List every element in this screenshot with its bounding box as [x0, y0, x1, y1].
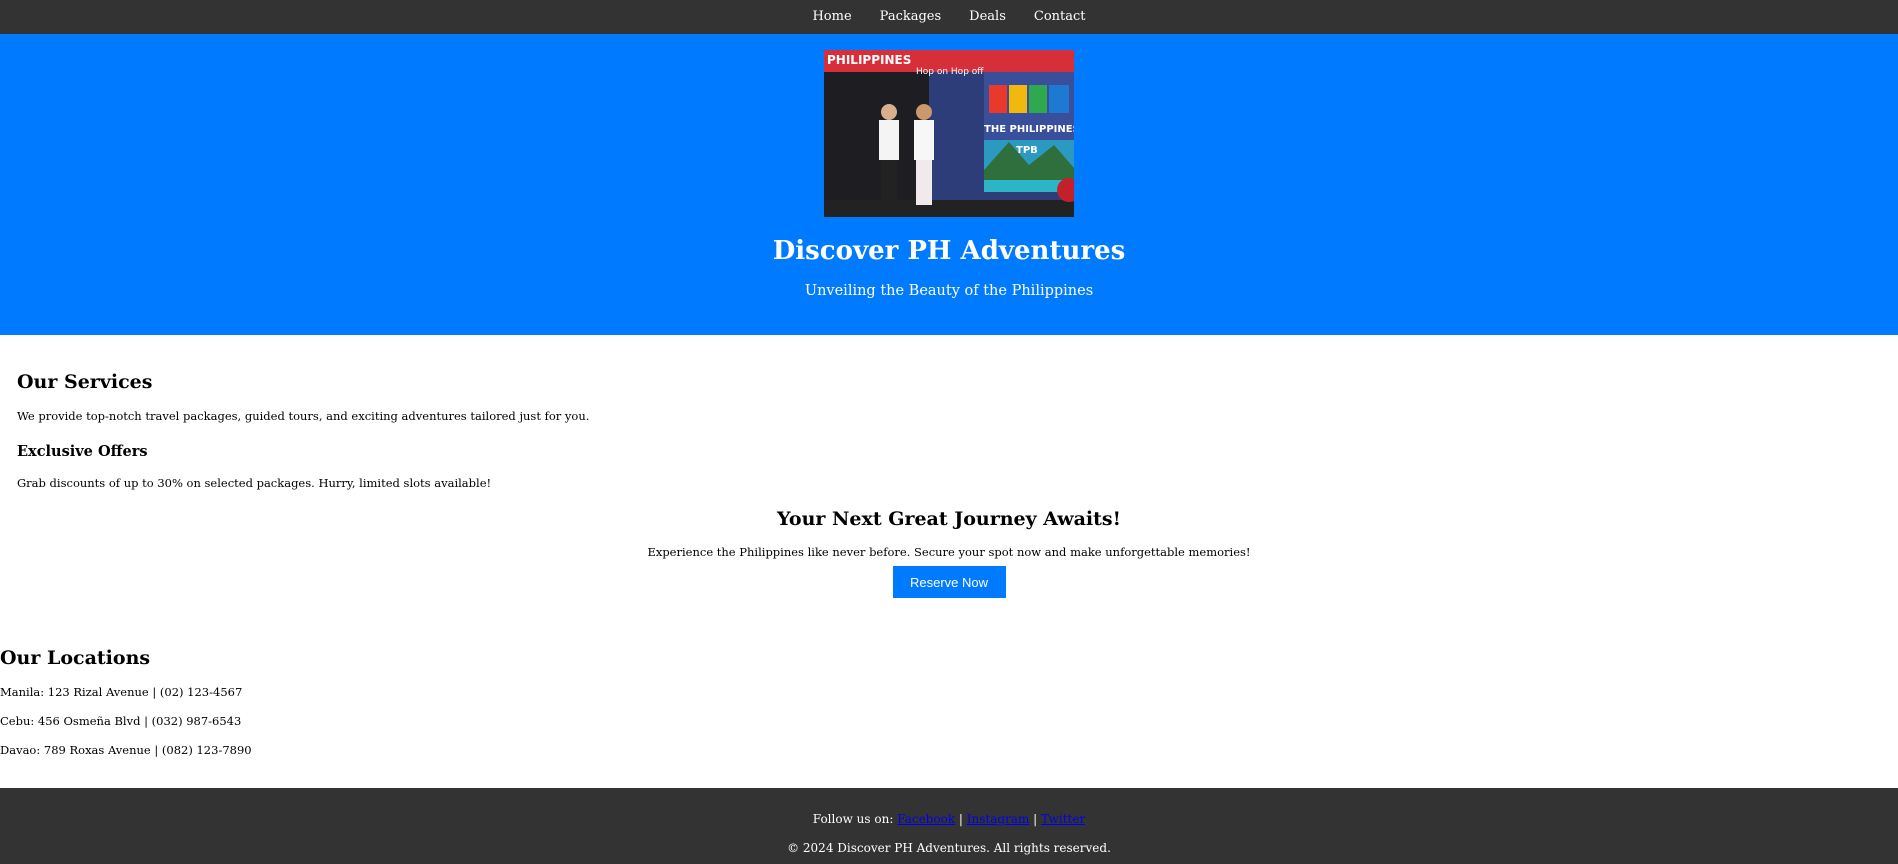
- main-content: Our Services We provide top-notch travel…: [0, 370, 1898, 598]
- facebook-link[interactable]: Facebook: [897, 812, 955, 826]
- nav-home-link[interactable]: Home: [812, 0, 851, 34]
- separator: |: [958, 812, 963, 826]
- hero-title: Discover PH Adventures: [772, 236, 1126, 266]
- cta-heading: Your Next Great Journey Awaits!: [777, 508, 1121, 530]
- services-text: We provide top-notch travel packages, gu…: [17, 409, 590, 423]
- nav-deals-link[interactable]: Deals: [969, 0, 1006, 34]
- copyright-text: © 2024 Discover PH Adventures. All right…: [787, 841, 1111, 855]
- nav-packages-link[interactable]: Packages: [880, 0, 942, 34]
- instagram-link[interactable]: Instagram: [967, 812, 1030, 826]
- locations-section: Our Locations Manila: 123 Rizal Avenue |…: [0, 646, 1898, 757]
- offers-text: Grab discounts of up to 30% on selected …: [17, 476, 492, 490]
- location-davao: Davao: 789 Roxas Avenue | (082) 123-7890: [0, 743, 252, 757]
- offers-heading: Exclusive Offers: [17, 443, 148, 460]
- location-cebu: Cebu: 456 Osmeña Blvd | (032) 987-6543: [0, 714, 242, 728]
- svg-text:TPB: TPB: [1016, 145, 1038, 156]
- reserve-now-button[interactable]: Reserve Now: [892, 566, 1006, 598]
- services-heading: Our Services: [17, 371, 153, 393]
- twitter-link[interactable]: Twitter: [1041, 812, 1085, 826]
- cta-text: Experience the Philippines like never be…: [647, 545, 1251, 559]
- svg-text:Hop on Hop off: Hop on Hop off: [916, 67, 984, 77]
- follow-label: Follow us on:: [812, 812, 894, 826]
- separator: |: [1033, 812, 1038, 826]
- locations-heading: Our Locations: [0, 647, 151, 669]
- cta-section: Your Next Great Journey Awaits! Experien…: [17, 507, 1881, 598]
- svg-text:PHILIPPINES: PHILIPPINES: [827, 53, 911, 67]
- svg-text:THE PHILIPPINES: THE PHILIPPINES: [984, 124, 1074, 135]
- hero-image: PHILIPPINES Hop on Hop off THE PHILIPPIN…: [824, 50, 1074, 217]
- page-footer: Follow us on: Facebook | Instagram | Twi…: [0, 788, 1898, 864]
- location-manila: Manila: 123 Rizal Avenue | (02) 123-4567: [0, 685, 243, 699]
- hero-banner: PHILIPPINES Hop on Hop off THE PHILIPPIN…: [0, 34, 1898, 335]
- hero-subtitle: Unveiling the Beauty of the Philippines: [804, 283, 1094, 299]
- social-links: Follow us on: Facebook | Instagram | Twi…: [0, 812, 1898, 826]
- nav-contact-link[interactable]: Contact: [1034, 0, 1086, 34]
- top-navigation: Home Packages Deals Contact: [0, 0, 1898, 34]
